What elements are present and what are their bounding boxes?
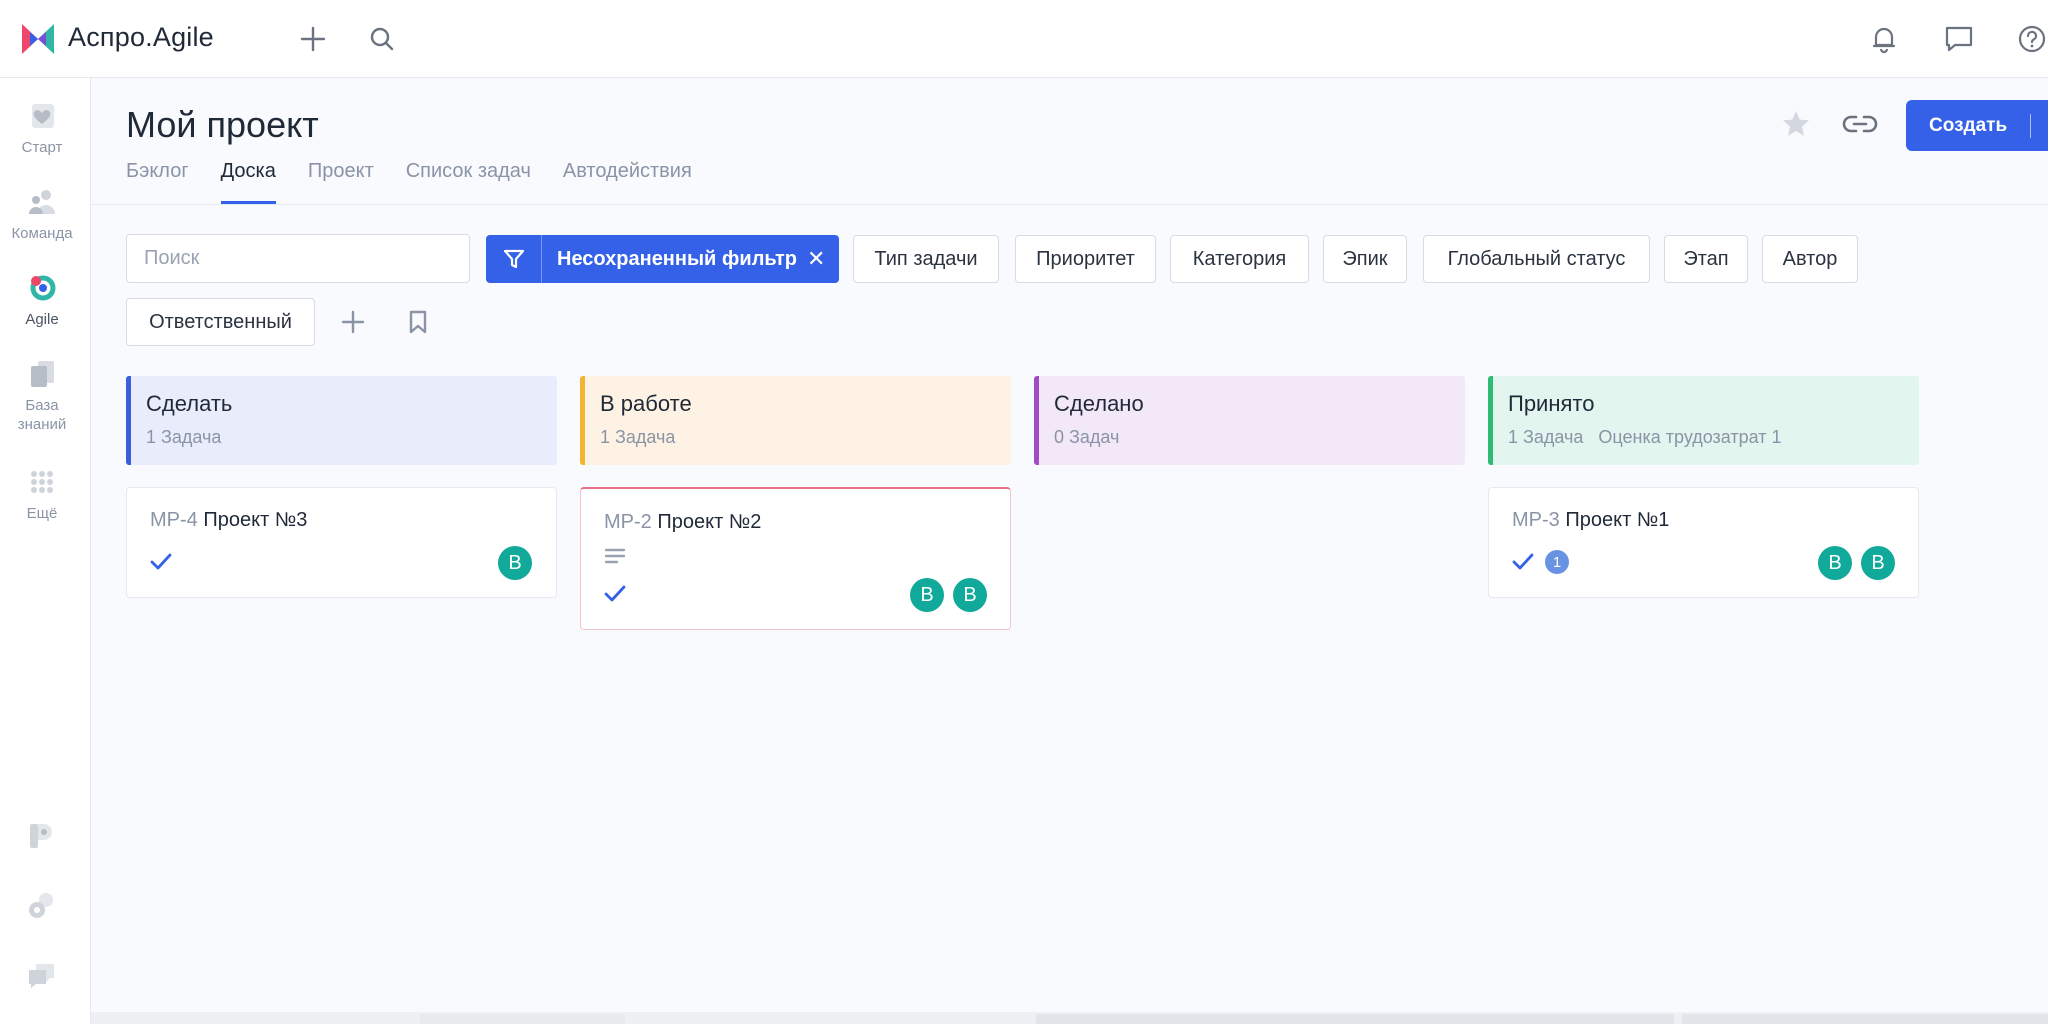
sidebar: Старт Команда Agile База знаний Ещё bbox=[0, 78, 91, 1024]
column-title: Сделано bbox=[1054, 391, 1144, 416]
support-chat-icon[interactable] bbox=[24, 958, 60, 994]
column-count: 1 Задача Оценка трудозатрат 1 bbox=[1508, 427, 1919, 448]
avatar[interactable]: В bbox=[953, 578, 987, 612]
sidebar-item-label: Старт bbox=[21, 139, 63, 156]
avatar[interactable]: В bbox=[910, 578, 944, 612]
knowledge-base-icon bbox=[31, 361, 54, 387]
add-icon[interactable] bbox=[295, 21, 331, 57]
column-done: Сделано 0 Задач bbox=[1034, 376, 1465, 465]
filter-chip-task-type[interactable]: Тип задачи bbox=[853, 235, 999, 283]
card-name: Проект №1 bbox=[1565, 509, 1670, 531]
column-count: 1 Задача bbox=[600, 427, 676, 447]
column-todo: Сделать 1 Задача bbox=[126, 376, 557, 465]
copy-link-icon[interactable] bbox=[1840, 106, 1880, 142]
sidebar-item-label: Ещё bbox=[26, 505, 58, 522]
sidebar-item-more[interactable]: Ещё bbox=[0, 466, 84, 523]
tab-automations[interactable]: Автодействия bbox=[563, 160, 692, 204]
brand-p-icon[interactable] bbox=[24, 818, 60, 854]
task-card-mp-2[interactable]: MP-2 Проект №2 В В bbox=[580, 487, 1011, 630]
column-count: 1 Задача bbox=[146, 427, 222, 447]
card-name: Проект №3 bbox=[203, 509, 308, 531]
filter-chip-assignee[interactable]: Ответственный bbox=[126, 298, 315, 346]
column-accent-bar bbox=[1034, 376, 1039, 465]
search-icon[interactable] bbox=[364, 21, 400, 57]
sidebar-item-knowledge-base[interactable]: База знаний bbox=[0, 358, 84, 434]
search-input[interactable] bbox=[126, 234, 470, 283]
sidebar-item-agile[interactable]: Agile bbox=[0, 272, 84, 329]
more-grid-icon bbox=[31, 471, 53, 493]
favorite-star-icon[interactable] bbox=[1778, 106, 1814, 142]
avatar[interactable]: В bbox=[498, 546, 532, 580]
card-key: MP-3 bbox=[1512, 509, 1560, 531]
filter-chip-stage[interactable]: Этап bbox=[1664, 235, 1748, 283]
create-button-label: Создать bbox=[1929, 114, 2008, 136]
funnel-icon bbox=[486, 235, 542, 283]
unsaved-filter-button[interactable]: Несохраненный фильтр ✕ bbox=[486, 235, 839, 283]
project-tabs: Бэклог Доска Проект Список задач Автодей… bbox=[126, 160, 724, 204]
card-title: MP-2 Проект №2 bbox=[604, 511, 761, 534]
agile-icon bbox=[30, 275, 56, 301]
bottom-segment bbox=[420, 1014, 625, 1024]
filter-chip-priority[interactable]: Приоритет bbox=[1015, 235, 1156, 283]
checkmark-icon bbox=[150, 553, 172, 570]
top-bar: Аспро.Agile bbox=[0, 0, 2048, 78]
bookmark-icon[interactable] bbox=[398, 302, 438, 342]
sidebar-item-team[interactable]: Команда bbox=[0, 186, 84, 243]
chat-icon[interactable] bbox=[1941, 21, 1977, 57]
tab-board[interactable]: Доска bbox=[220, 160, 277, 204]
avatar[interactable]: В bbox=[1818, 546, 1852, 580]
create-button[interactable]: Создать bbox=[1906, 100, 2048, 151]
column-title: Сделать bbox=[146, 391, 233, 416]
checkmark-icon bbox=[1512, 553, 1534, 570]
avatar[interactable]: В bbox=[1861, 546, 1895, 580]
card-key: MP-4 bbox=[150, 509, 198, 531]
card-title: MP-3 Проект №1 bbox=[1512, 509, 1669, 532]
create-button-separator bbox=[2030, 114, 2031, 138]
column-accepted: Принято 1 Задача Оценка трудозатрат 1 bbox=[1488, 376, 1919, 465]
task-card-mp-3[interactable]: MP-3 Проект №1 1 В В bbox=[1488, 487, 1919, 598]
sidebar-item-label: Команда bbox=[11, 225, 73, 242]
sidebar-item-label: Agile bbox=[25, 311, 59, 328]
filter-chip-author[interactable]: Автор bbox=[1762, 235, 1858, 283]
card-key: MP-2 bbox=[604, 511, 652, 533]
team-icon bbox=[29, 190, 55, 214]
help-icon[interactable] bbox=[2014, 21, 2048, 57]
settings-gear-icon[interactable] bbox=[24, 888, 60, 924]
column-title: Принято bbox=[1508, 391, 1595, 416]
add-filter-plus-icon[interactable] bbox=[333, 302, 373, 342]
checkmark-icon bbox=[604, 585, 626, 602]
count-badge: 1 bbox=[1545, 550, 1569, 574]
column-in-progress: В работе 1 Задача bbox=[580, 376, 1011, 465]
column-accent-bar bbox=[580, 376, 585, 465]
page-title: Мой проект bbox=[126, 104, 319, 145]
bottom-segment bbox=[1682, 1014, 2048, 1024]
column-title: В работе bbox=[600, 391, 692, 416]
filter-chip-epic[interactable]: Эпик bbox=[1323, 235, 1407, 283]
sidebar-item-label: База знаний bbox=[17, 397, 67, 433]
tab-task-list[interactable]: Список задач bbox=[406, 160, 531, 204]
heart-icon bbox=[32, 104, 54, 128]
tab-project[interactable]: Проект bbox=[308, 160, 374, 204]
app-logo-icon[interactable] bbox=[20, 20, 56, 58]
column-effort-estimate: Оценка трудозатрат 1 bbox=[1598, 427, 1782, 447]
task-card-mp-4[interactable]: MP-4 Проект №3 В bbox=[126, 487, 557, 598]
column-accent-bar bbox=[1488, 376, 1493, 465]
card-title: MP-4 Проект №3 bbox=[150, 509, 307, 532]
sidebar-item-start[interactable]: Старт bbox=[0, 100, 84, 157]
unsaved-filter-label: Несохраненный фильтр bbox=[557, 247, 797, 270]
card-name: Проект №2 bbox=[657, 511, 762, 533]
column-count: 0 Задач bbox=[1054, 427, 1120, 447]
filter-chip-global-status[interactable]: Глобальный статус bbox=[1423, 235, 1650, 283]
bell-icon[interactable] bbox=[1866, 21, 1902, 57]
app-title[interactable]: Аспро.Agile bbox=[68, 22, 214, 53]
bottom-segment bbox=[1036, 1014, 1674, 1024]
column-accent-bar bbox=[126, 376, 131, 465]
filter-chip-category[interactable]: Категория bbox=[1170, 235, 1309, 283]
column-task-count: 1 Задача bbox=[1508, 427, 1584, 447]
description-lines-icon bbox=[605, 548, 626, 564]
tab-backlog[interactable]: Бэклог bbox=[126, 160, 189, 204]
clear-filter-close-icon[interactable]: ✕ bbox=[807, 246, 825, 272]
header-divider bbox=[91, 204, 2048, 205]
